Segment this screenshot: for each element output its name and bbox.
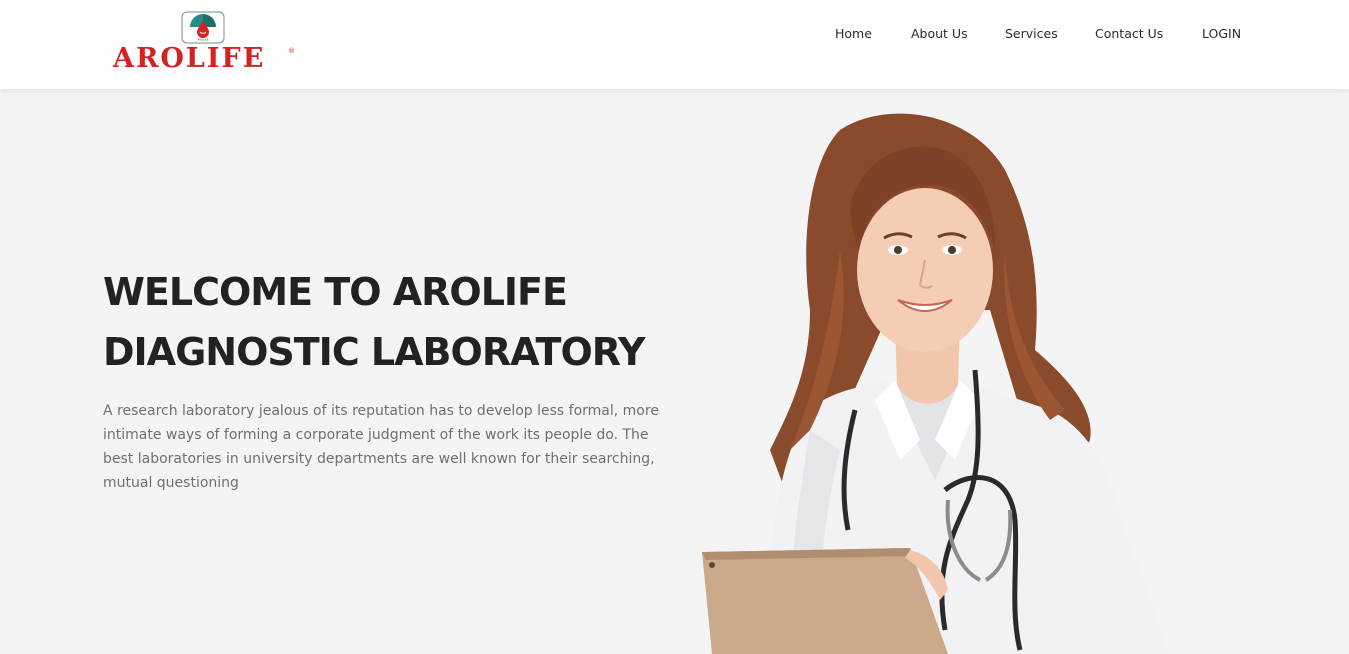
main-nav: Home About Us Services Contact Us LOGIN <box>0 0 1349 68</box>
nav-about-us[interactable]: About Us <box>911 26 968 42</box>
nav-contact-us[interactable]: Contact Us <box>1095 26 1163 42</box>
site-header: AROLIFE AROLIFE ® Home About Us Services… <box>0 0 1349 89</box>
hero-title-line-1: WELCOME TO AROLIFE <box>103 270 568 314</box>
hero-title: WELCOME TO AROLIFE DIAGNOSTIC LABORATORY <box>103 262 703 382</box>
hero-description: A research laboratory jealous of its rep… <box>103 403 659 491</box>
doctor-with-tablet-photo <box>702 113 1170 654</box>
nav-home[interactable]: Home <box>835 26 872 42</box>
hero-title-line-2: DIAGNOSTIC LABORATORY <box>103 330 645 374</box>
nav-login[interactable]: LOGIN <box>1202 26 1241 42</box>
nav-services[interactable]: Services <box>1005 26 1058 42</box>
